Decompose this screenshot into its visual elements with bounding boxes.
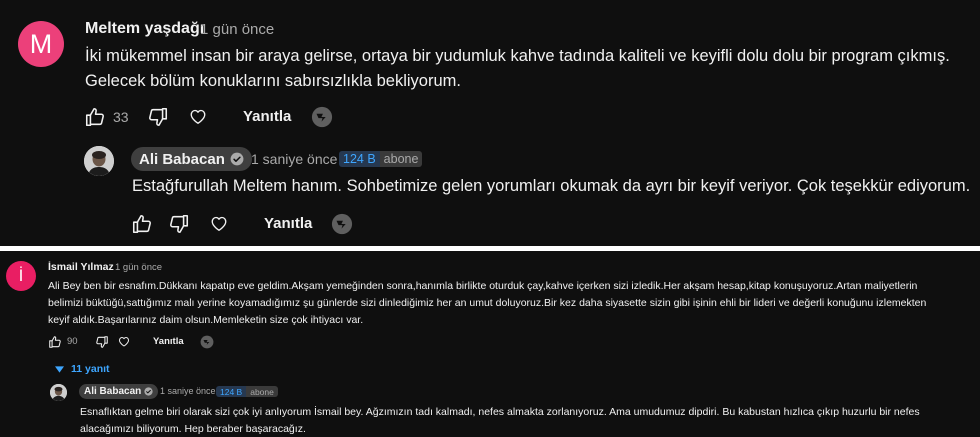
subscriber-count: 124 B (216, 386, 247, 397)
reply-button[interactable]: Yanıtla (243, 108, 291, 125)
comment-author[interactable]: Meltem yaşdağı (85, 20, 204, 38)
avatar[interactable]: M (18, 21, 64, 67)
reply-timestamp[interactable]: 1 saniye önce (160, 386, 216, 396)
thanks-icon[interactable] (200, 335, 214, 349)
thumb-up-icon[interactable] (84, 106, 106, 128)
heart-icon[interactable] (118, 336, 130, 347)
avatar-photo-icon (84, 146, 114, 176)
comment-thread-meltem: M Meltem yaşdağı 1 gün önce İki mükemmel… (0, 0, 980, 246)
reply-button[interactable]: Yanıtla (153, 336, 184, 347)
thumb-up-icon[interactable] (131, 213, 153, 235)
reply-button[interactable]: Yanıtla (264, 215, 312, 232)
subscriber-badge: 124 B abone (216, 386, 278, 397)
comment-timestamp[interactable]: 1 gün önce (115, 262, 162, 273)
verified-icon (144, 387, 153, 396)
chevron-down-icon (55, 365, 64, 373)
verified-icon (230, 152, 244, 166)
replies-toggle[interactable]: 11 yanıt (55, 363, 110, 375)
thumb-down-icon[interactable] (147, 106, 169, 128)
heart-icon[interactable] (210, 215, 228, 232)
thumb-up-icon[interactable] (48, 335, 62, 349)
avatar-photo-icon (50, 384, 67, 401)
thumb-down-icon[interactable] (168, 213, 190, 235)
avatar[interactable] (84, 146, 114, 176)
avatar[interactable] (50, 384, 67, 401)
reply-text: Esnaflıktan gelme biri olarak sizi çok i… (80, 406, 920, 435)
subscriber-label: abone (246, 386, 278, 397)
subscriber-label: abone (379, 151, 423, 167)
comment-timestamp[interactable]: 1 gün önce (200, 21, 274, 38)
comment-text: İki mükemmel insan bir araya gelirse, or… (85, 47, 950, 90)
comment-thread-ismail: İ İsmail Yılmaz 1 gün önce Ali Bey ben b… (0, 251, 980, 437)
like-count: 33 (113, 109, 129, 125)
heart-icon[interactable] (189, 108, 207, 125)
thumb-down-icon[interactable] (95, 335, 109, 349)
subscriber-badge: 124 B abone (339, 151, 423, 167)
thanks-icon[interactable] (311, 106, 333, 128)
thanks-icon[interactable] (331, 213, 353, 235)
reply-author: Ali Babacan (139, 150, 225, 168)
channel-owner-badge[interactable]: Ali Babacan (79, 384, 159, 399)
comment-author[interactable]: İsmail Yılmaz (48, 261, 114, 273)
like-count: 90 (67, 336, 78, 347)
reply-author: Ali Babacan (84, 386, 142, 397)
channel-owner-badge[interactable]: Ali Babacan (131, 147, 252, 171)
reply-timestamp[interactable]: 1 saniye önce (251, 151, 337, 167)
avatar[interactable]: İ (6, 261, 36, 291)
comment-text: Ali Bey ben bir esnafım.Dükkanı kapatıp … (48, 280, 927, 326)
reply-text: Estağfurullah Meltem hanım. Sohbetimize … (132, 177, 971, 195)
subscriber-count: 124 B (339, 151, 380, 167)
